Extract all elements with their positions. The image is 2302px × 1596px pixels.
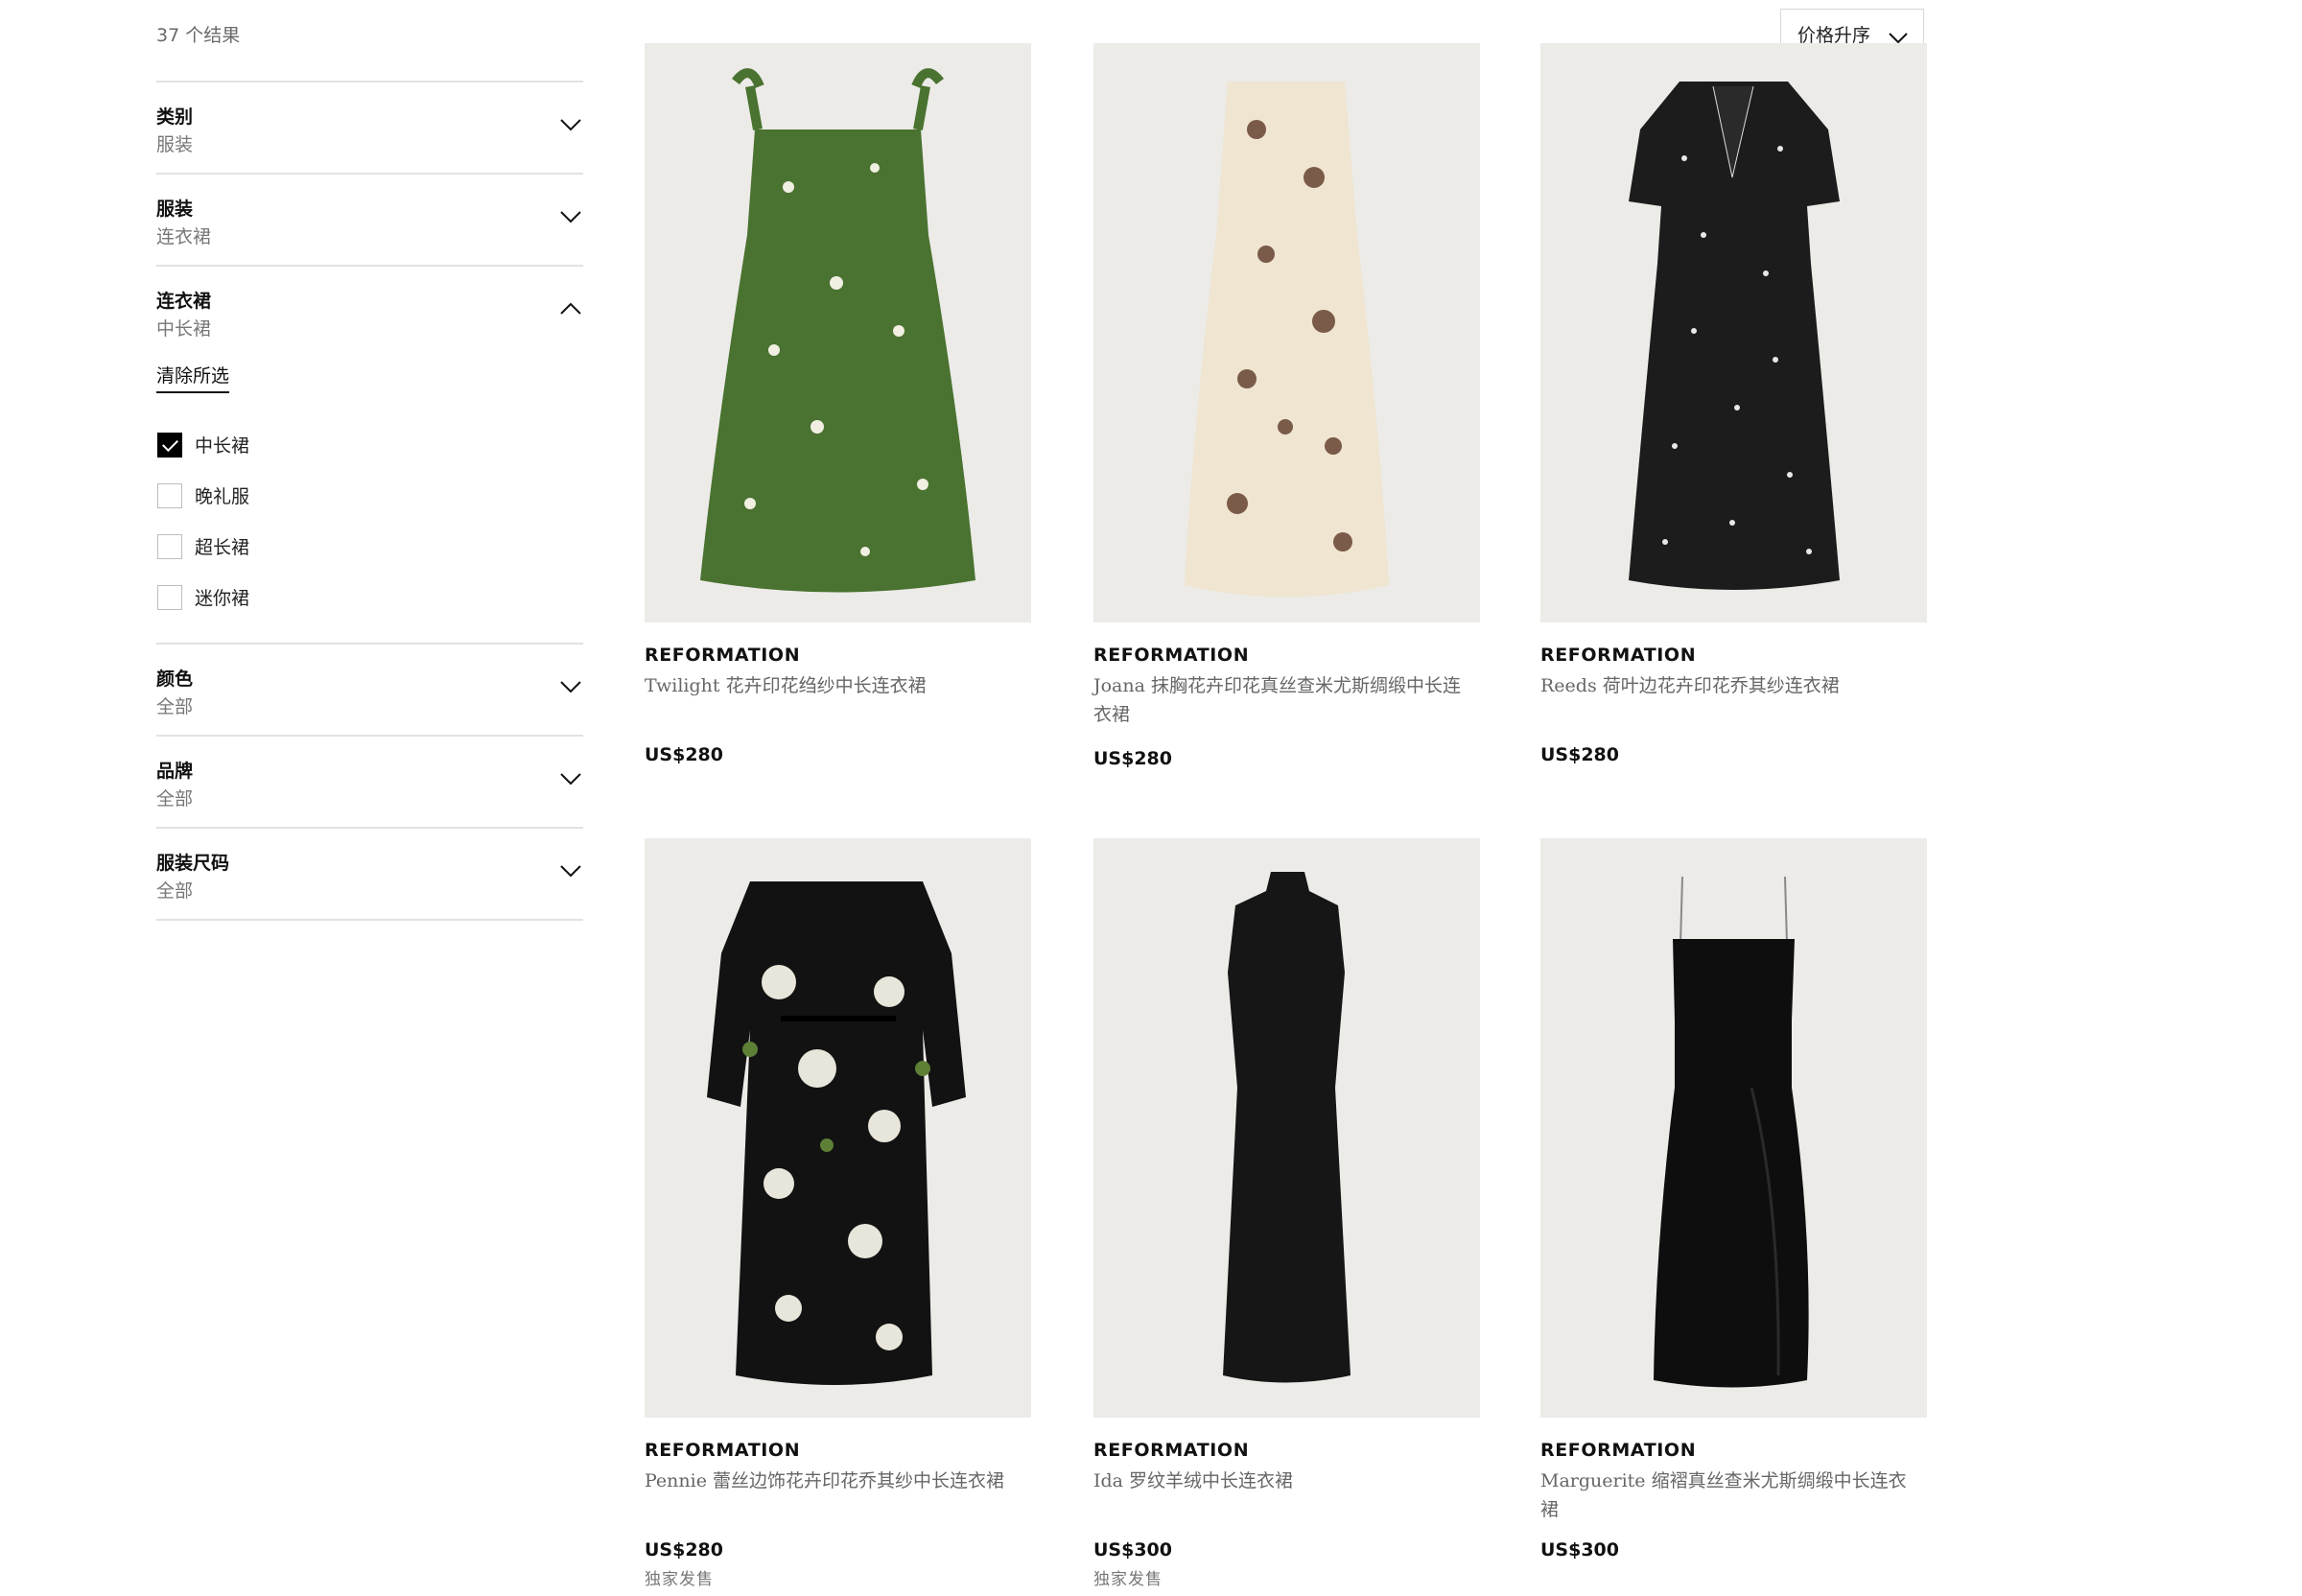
option-label: 迷你裙 <box>195 588 250 609</box>
product-brand: REFORMATION <box>1093 645 1250 666</box>
product-price: US$300 <box>1540 1539 1619 1561</box>
product-brand: REFORMATION <box>645 1440 801 1461</box>
chevron-down-icon[interactable] <box>560 118 581 131</box>
filter-clothing-value: 连衣裙 <box>156 226 212 247</box>
product-name[interactable]: Reeds 荷叶边花卉印花乔其纱连衣裙 <box>1540 671 1924 700</box>
option-midi[interactable]: 中长裙 <box>156 419 249 470</box>
product-image[interactable] <box>1540 43 1927 622</box>
dress-type-options: 中长裙 晚礼服 超长裙 迷你裙 <box>156 419 249 622</box>
checkbox[interactable] <box>157 584 182 610</box>
filter-sidebar: 类别 服装 服装 连衣裙 连衣裙 中长裙 清除所选 中长裙 晚礼服 超长裙 迷你… <box>156 81 583 921</box>
chevron-down-icon[interactable] <box>560 210 581 223</box>
option-label: 晚礼服 <box>195 486 250 507</box>
option-gown[interactable]: 晚礼服 <box>156 470 249 521</box>
filter-dresses: 连衣裙 中长裙 清除所选 中长裙 晚礼服 超长裙 迷你裙 <box>156 265 583 643</box>
filter-dresses-title[interactable]: 连衣裙 <box>156 287 211 313</box>
chevron-up-icon[interactable] <box>560 302 581 316</box>
exclusive-badge: 独家发售 <box>645 1570 714 1589</box>
filter-size-value: 全部 <box>156 880 194 902</box>
filter-category[interactable]: 类别 服装 <box>156 81 583 173</box>
checkbox-checked[interactable] <box>157 432 182 458</box>
chevron-down-icon[interactable] <box>560 772 581 786</box>
chevron-down-icon <box>1889 30 1908 44</box>
product-name[interactable]: Joana 抹胸花卉印花真丝查米尤斯绸缎中长连衣裙 <box>1093 671 1477 729</box>
filter-dresses-value: 中长裙 <box>156 318 212 340</box>
filter-clothing-title: 服装 <box>156 199 194 220</box>
product-brand: REFORMATION <box>1093 1440 1250 1461</box>
product-image[interactable] <box>1093 43 1480 622</box>
filter-brand-value: 全部 <box>156 788 194 810</box>
product-card[interactable]: REFORMATION Reeds 荷叶边花卉印花乔其纱连衣裙 US$280 <box>1540 43 1927 765</box>
product-price: US$300 <box>1093 1539 1172 1561</box>
filter-brand-title: 品牌 <box>156 761 194 782</box>
product-card[interactable]: REFORMATION Joana 抹胸花卉印花真丝查米尤斯绸缎中长连衣裙 US… <box>1093 43 1480 769</box>
filter-category-title: 类别 <box>156 106 194 128</box>
filter-category-value: 服装 <box>156 134 194 155</box>
filter-color-title: 颜色 <box>156 669 194 690</box>
product-card[interactable]: REFORMATION Pennie 蕾丝边饰花卉印花乔其纱中长连衣裙 US$2… <box>645 838 1031 1589</box>
product-name[interactable]: Marguerite 缩褶真丝查米尤斯绸缎中长连衣裙 <box>1540 1467 1924 1524</box>
product-name[interactable]: Twilight 花卉印花绉纱中长连衣裙 <box>645 671 1028 700</box>
product-card[interactable]: REFORMATION Marguerite 缩褶真丝查米尤斯绸缎中长连衣裙 U… <box>1540 838 1927 1561</box>
option-maxi[interactable]: 超长裙 <box>156 521 249 572</box>
clear-selection-link[interactable]: 清除所选 <box>156 362 230 393</box>
chevron-down-icon[interactable] <box>560 864 581 878</box>
option-label: 超长裙 <box>195 537 250 558</box>
filter-clothing[interactable]: 服装 连衣裙 <box>156 173 583 265</box>
product-card[interactable]: REFORMATION Twilight 花卉印花绉纱中长连衣裙 US$280 <box>645 43 1031 765</box>
product-price: US$280 <box>1093 748 1172 769</box>
product-price: US$280 <box>1540 744 1619 765</box>
product-image[interactable] <box>1093 838 1480 1418</box>
product-brand: REFORMATION <box>1540 645 1697 666</box>
product-image[interactable] <box>1540 838 1927 1418</box>
product-image[interactable] <box>645 838 1031 1418</box>
product-image[interactable] <box>645 43 1031 622</box>
filter-size[interactable]: 服装尺码 全部 <box>156 827 583 921</box>
filter-color[interactable]: 颜色 全部 <box>156 643 583 735</box>
checkbox[interactable] <box>157 533 182 559</box>
option-mini[interactable]: 迷你裙 <box>156 572 249 622</box>
product-price: US$280 <box>645 744 723 765</box>
chevron-down-icon[interactable] <box>560 680 581 693</box>
filter-brand[interactable]: 品牌 全部 <box>156 735 583 827</box>
filter-size-title: 服装尺码 <box>156 853 230 874</box>
product-brand: REFORMATION <box>1540 1440 1697 1461</box>
product-name[interactable]: Pennie 蕾丝边饰花卉印花乔其纱中长连衣裙 <box>645 1467 1028 1495</box>
product-card[interactable]: REFORMATION Ida 罗纹羊绒中长连衣裙 US$300 独家发售 <box>1093 838 1480 1589</box>
exclusive-badge: 独家发售 <box>1093 1570 1163 1589</box>
checkbox[interactable] <box>157 482 182 508</box>
product-name[interactable]: Ida 罗纹羊绒中长连衣裙 <box>1093 1467 1477 1495</box>
product-brand: REFORMATION <box>645 645 801 666</box>
filter-color-value: 全部 <box>156 696 194 717</box>
option-label: 中长裙 <box>195 435 250 457</box>
product-price: US$280 <box>645 1539 723 1561</box>
results-count: 37 个结果 <box>156 25 241 46</box>
